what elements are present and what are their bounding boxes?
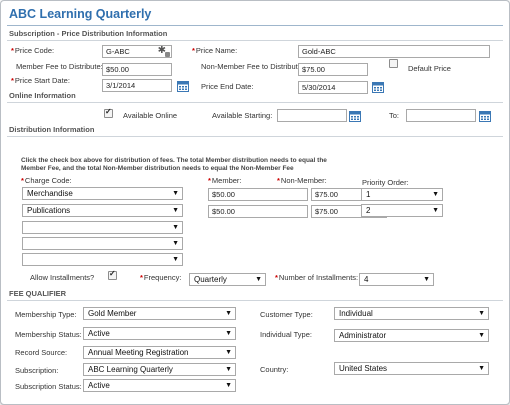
section-subscription: Subscription - Price Distribution Inform… xyxy=(7,29,503,41)
chevron-down-icon: ▼ xyxy=(172,207,179,214)
customer-type-label: Customer Type: xyxy=(260,310,313,319)
nonmember-label: *Non-Member: xyxy=(277,176,327,185)
charge-code-select[interactable]: Publications ▼ xyxy=(22,204,183,217)
num-installments-select[interactable]: 4 ▼ xyxy=(359,273,434,286)
lock-icon xyxy=(165,52,170,57)
charge-code-select[interactable]: ▼ xyxy=(22,237,183,250)
country-label: Country: xyxy=(260,365,289,374)
page-title: ABC Learning Quarterly xyxy=(9,7,152,21)
section-online: Online Information xyxy=(7,91,503,103)
chevron-down-icon: ▼ xyxy=(478,365,485,372)
available-to-field[interactable] xyxy=(406,109,476,122)
nonmember-fee-field[interactable]: $75.00 xyxy=(298,63,368,76)
charge-code-select[interactable]: ▼ xyxy=(22,253,183,266)
nonmember-fee-label: Non-Member Fee to Distribute: xyxy=(201,62,304,71)
chevron-down-icon: ▼ xyxy=(225,366,232,373)
chevron-down-icon: ▼ xyxy=(172,256,179,263)
priority-select[interactable]: 1 ▼ xyxy=(361,188,443,201)
default-price-checkbox[interactable] xyxy=(389,59,398,68)
subscription-select[interactable]: ABC Learning Quarterly ▼ xyxy=(83,363,236,376)
to-label: To: xyxy=(389,111,400,120)
record-source-label: Record Source: xyxy=(15,348,68,357)
price-name-label: *Price Name: xyxy=(192,46,238,55)
price-code-label: *Price Code: xyxy=(11,46,55,55)
price-name-field[interactable]: Gold-ABC xyxy=(298,45,490,58)
member-label: *Member: xyxy=(208,176,242,185)
membership-type-label: Membership Type: xyxy=(15,310,77,319)
frequency-label: *Frequency: xyxy=(140,273,182,282)
title-divider xyxy=(7,25,503,26)
available-starting-field[interactable] xyxy=(277,109,347,122)
chevron-down-icon: ▼ xyxy=(225,382,232,389)
customer-type-select[interactable]: Individual ▼ xyxy=(334,307,489,320)
priority-order-label: Priority Order: xyxy=(362,178,409,187)
chevron-down-icon: ▼ xyxy=(423,276,430,283)
chevron-down-icon: ▼ xyxy=(255,276,262,283)
chevron-down-icon: ▼ xyxy=(225,310,232,317)
available-online-label: Available Online xyxy=(123,111,178,120)
allow-installments-label: Allow Installments? xyxy=(30,273,95,282)
chevron-down-icon: ▼ xyxy=(432,207,439,214)
member-amount-field[interactable]: $50.00 xyxy=(208,188,308,201)
member-fee-field[interactable]: $50.00 xyxy=(102,63,172,76)
available-online-checkbox[interactable] xyxy=(104,107,113,118)
distribution-note: Click the check box above for distributi… xyxy=(21,157,327,172)
calendar-icon[interactable] xyxy=(479,110,491,122)
charge-code-label: *Charge Code: xyxy=(21,176,72,185)
individual-type-label: Individual Type: xyxy=(260,330,312,339)
allow-installments-checkbox[interactable] xyxy=(108,269,117,280)
section-distribution: Distribution Information xyxy=(7,125,503,137)
default-price-label: Default Price xyxy=(408,64,451,73)
subscription-status-select[interactable]: Active ▼ xyxy=(83,379,236,392)
price-form-window: ABC Learning Quarterly Subscription - Pr… xyxy=(0,0,510,405)
chevron-down-icon: ▼ xyxy=(172,190,179,197)
available-starting-label: Available Starting: xyxy=(212,111,273,120)
membership-status-select[interactable]: Active ▼ xyxy=(83,327,236,340)
chevron-down-icon: ▼ xyxy=(225,330,232,337)
end-date-label: Price End Date: xyxy=(201,82,254,91)
subscription-status-label: Subscription Status: xyxy=(15,382,82,391)
chevron-down-icon: ▼ xyxy=(478,310,485,317)
member-amount-field[interactable]: $50.00 xyxy=(208,205,308,218)
charge-code-select[interactable]: ▼ xyxy=(22,221,183,234)
membership-status-label: Membership Status: xyxy=(15,330,82,339)
chevron-down-icon: ▼ xyxy=(478,332,485,339)
individual-type-select[interactable]: Administrator ▼ xyxy=(334,329,489,342)
calendar-icon[interactable] xyxy=(349,110,361,122)
chevron-down-icon: ▼ xyxy=(172,240,179,247)
membership-type-select[interactable]: Gold Member ▼ xyxy=(83,307,236,320)
frequency-select[interactable]: Quarterly ▼ xyxy=(189,273,266,286)
record-source-select[interactable]: Annual Meeting Registration ▼ xyxy=(83,346,236,359)
chevron-down-icon: ▼ xyxy=(225,349,232,356)
priority-select[interactable]: 2 ▼ xyxy=(361,204,443,217)
subscription-label: Subscription: xyxy=(15,366,59,375)
start-date-label: *Price Start Date: xyxy=(11,76,70,85)
member-fee-label: Member Fee to Distribute: xyxy=(16,62,103,71)
chevron-down-icon: ▼ xyxy=(172,224,179,231)
price-code-field[interactable]: G-ABC ✱ xyxy=(102,45,172,58)
chevron-down-icon: ▼ xyxy=(432,191,439,198)
num-installments-label: *Number of Installments: xyxy=(275,273,359,282)
country-select[interactable]: United States ▼ xyxy=(334,362,489,375)
charge-code-select[interactable]: Merchandise ▼ xyxy=(22,187,183,200)
section-fee-qualifier: FEE QUALIFIER xyxy=(7,289,503,301)
